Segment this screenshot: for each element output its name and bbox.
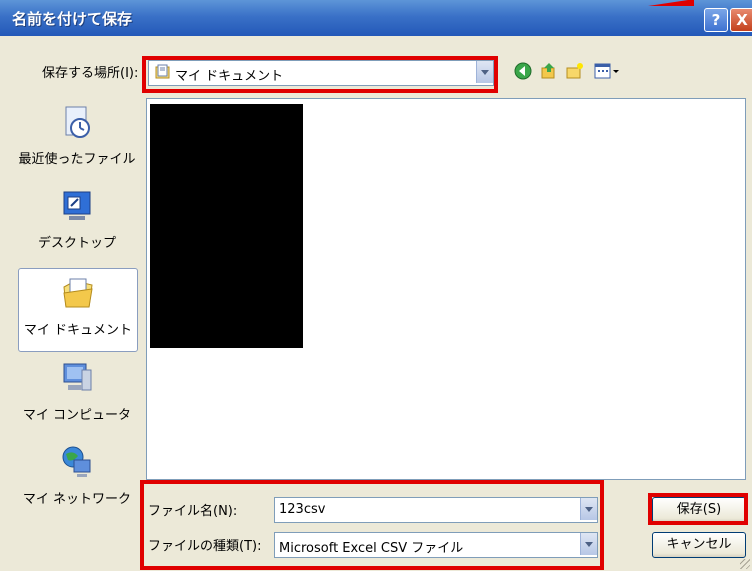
place-my-computer[interactable]: マイ コンピュータ xyxy=(18,354,136,436)
place-label: デスクトップ xyxy=(37,236,116,251)
annotation-arrow-icon xyxy=(648,0,694,6)
close-button[interactable]: X xyxy=(730,8,752,32)
places-bar: 最近使ったファイル デスクトップ マイ ドキュメント マイ コンピュータ マイ … xyxy=(18,98,138,528)
place-my-network[interactable]: マイ ネットワーク xyxy=(18,438,136,520)
place-my-documents[interactable]: マイ ドキュメント xyxy=(18,268,138,352)
file-name-input[interactable]: 123csv xyxy=(274,497,598,523)
chevron-down-icon[interactable] xyxy=(580,498,597,520)
file-name-value: 123csv xyxy=(279,502,326,517)
chevron-down-icon[interactable] xyxy=(476,61,493,83)
place-label: 最近使ったファイル xyxy=(18,152,136,167)
place-label: マイ ドキュメント xyxy=(23,323,133,338)
place-label: マイ コンピュータ xyxy=(22,408,132,423)
redacted-region xyxy=(150,104,303,348)
file-name-label: ファイル名(N): xyxy=(148,504,238,519)
up-folder-icon[interactable] xyxy=(540,62,558,80)
place-label: マイ ネットワーク xyxy=(22,492,132,507)
my-documents-icon xyxy=(63,278,93,308)
save-location-value: マイ ドキュメント xyxy=(175,69,284,84)
cancel-button[interactable]: キャンセル xyxy=(652,532,746,558)
help-button[interactable]: ? xyxy=(704,8,728,32)
file-type-value: Microsoft Excel CSV ファイル xyxy=(279,541,464,556)
chevron-down-icon[interactable] xyxy=(580,533,597,555)
file-type-label: ファイルの種類(T): xyxy=(148,539,262,554)
title-bar[interactable]: 名前を付けて保存 ? X xyxy=(0,0,752,36)
save-location-dropdown[interactable]: マイ ドキュメント xyxy=(148,60,494,86)
recent-icon xyxy=(65,106,90,138)
place-desktop[interactable]: デスクトップ xyxy=(18,182,136,264)
save-as-dialog: 名前を付けて保存 ? X 保存する場所(I): マイ ドキュメント 最近使ったフ… xyxy=(0,0,752,571)
back-icon[interactable] xyxy=(514,62,532,80)
save-button[interactable]: 保存(S) xyxy=(652,497,746,523)
documents-folder-icon xyxy=(155,64,170,79)
desktop-icon xyxy=(63,191,91,220)
view-menu-icon[interactable] xyxy=(594,62,620,80)
new-folder-icon[interactable] xyxy=(566,62,584,80)
window-title: 名前を付けて保存 xyxy=(12,10,133,28)
network-icon xyxy=(62,446,91,477)
resize-grip[interactable] xyxy=(740,559,750,569)
my-computer-icon xyxy=(63,363,92,391)
save-in-label: 保存する場所(I): xyxy=(42,66,139,81)
file-type-dropdown[interactable]: Microsoft Excel CSV ファイル xyxy=(274,532,598,558)
place-recent[interactable]: 最近使ったファイル xyxy=(18,98,136,180)
